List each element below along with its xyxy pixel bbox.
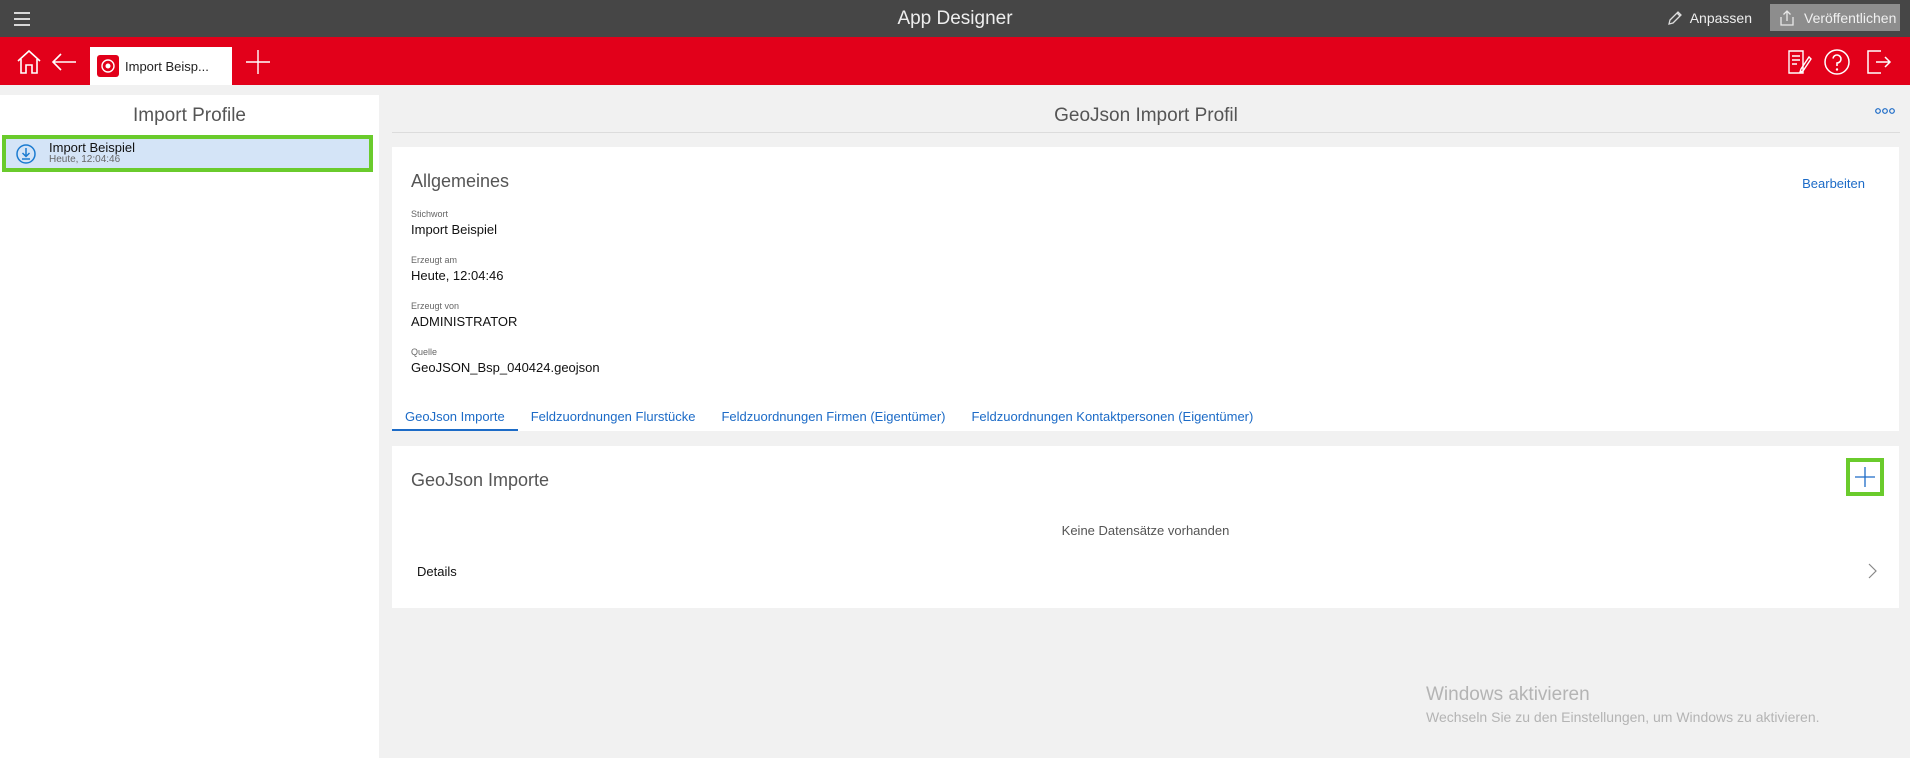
chevron-right-icon xyxy=(1868,563,1877,579)
main-toolbar: Import Beisp... xyxy=(0,37,1910,85)
field-keyword: Stichwort Import Beispiel xyxy=(411,209,497,237)
tab-label: Import Beisp... xyxy=(125,58,209,74)
list-item-import-beispiel[interactable]: Import Beispiel Heute, 12:04:46 xyxy=(2,135,373,172)
pencil-icon xyxy=(1667,11,1682,25)
field-value: Import Beispiel xyxy=(411,222,497,237)
tab-field-mapping-contacts[interactable]: Feldzuordnungen Kontaktpersonen (Eigentü… xyxy=(958,409,1266,431)
imports-section-title: GeoJson Importe xyxy=(411,470,550,490)
page-title: GeoJson Import Profil xyxy=(392,95,1900,133)
target-icon xyxy=(97,55,119,77)
field-label: Stichwort xyxy=(411,209,449,219)
general-section-title: Allgemeines xyxy=(411,171,510,191)
general-info-card: Allgemeines Bearbeiten Stichwort Import … xyxy=(392,147,1899,431)
field-value: Heute, 12:04:46 xyxy=(411,268,504,283)
back-icon[interactable] xyxy=(49,47,79,77)
logout-icon[interactable] xyxy=(1863,47,1893,77)
publish-button[interactable]: Veröffentlichen xyxy=(1770,4,1900,31)
help-icon[interactable] xyxy=(1822,47,1852,77)
windows-activation-watermark: Windows aktivieren Wechseln Sie zu den E… xyxy=(1426,684,1820,725)
list-item-title: Import Beispiel xyxy=(49,140,135,156)
title-bar: App Designer Anpassen Veröffentlichen xyxy=(0,0,1910,37)
import-profile-list-panel: Import Profile Import Beispiel Heute, 12… xyxy=(0,95,379,758)
download-icon xyxy=(16,143,36,164)
details-row[interactable]: Details xyxy=(392,551,1899,591)
tab-field-mapping-companies[interactable]: Feldzuordnungen Firmen (Eigentümer) xyxy=(708,409,958,431)
app-title: App Designer xyxy=(897,8,1013,29)
add-tab-icon[interactable] xyxy=(243,47,273,77)
home-icon[interactable] xyxy=(14,47,44,77)
geojson-imports-card: GeoJson Importe Keine Datensätze vorhand… xyxy=(392,446,1899,608)
field-value: GeoJSON_Bsp_040424.geojson xyxy=(411,360,600,375)
detail-tabs: GeoJson Importe Feldzuordnungen Flurstüc… xyxy=(392,409,1266,431)
watermark-title: Windows aktivieren xyxy=(1426,684,1590,705)
notes-icon[interactable] xyxy=(1783,47,1813,77)
more-options-icon[interactable] xyxy=(1874,106,1896,116)
field-label: Erzeugt von xyxy=(411,301,460,311)
add-import-button[interactable] xyxy=(1846,458,1884,496)
tab-field-mapping-parcels[interactable]: Feldzuordnungen Flurstücke xyxy=(518,409,709,431)
tab-geojson-importe[interactable]: GeoJson Importe xyxy=(392,409,518,431)
field-label: Erzeugt am xyxy=(411,255,458,265)
list-item-subtitle: Heute, 12:04:46 xyxy=(49,154,121,166)
field-label: Quelle xyxy=(411,347,438,357)
field-created-by: Erzeugt von ADMINISTRATOR xyxy=(411,301,517,329)
watermark-subtitle: Wechseln Sie zu den Einstellungen, um Wi… xyxy=(1426,709,1820,725)
field-source: Quelle GeoJSON_Bsp_040424.geojson xyxy=(411,347,600,375)
customize-label: Anpassen xyxy=(1689,10,1752,26)
field-value: ADMINISTRATOR xyxy=(411,314,518,329)
empty-state-text: Keine Datensätze vorhanden xyxy=(1061,523,1230,538)
edit-button[interactable]: Bearbeiten xyxy=(1802,176,1865,191)
publish-label: Veröffentlichen xyxy=(1804,9,1897,26)
customize-button[interactable]: Anpassen xyxy=(1666,7,1752,29)
panel-heading: Import Profile xyxy=(133,105,246,126)
details-label: Details xyxy=(417,563,457,579)
field-created-at: Erzeugt am Heute, 12:04:46 xyxy=(411,255,504,283)
tab-import-beispiel[interactable]: Import Beisp... xyxy=(90,47,232,85)
plus-icon xyxy=(1855,467,1875,487)
share-icon xyxy=(1780,9,1794,26)
